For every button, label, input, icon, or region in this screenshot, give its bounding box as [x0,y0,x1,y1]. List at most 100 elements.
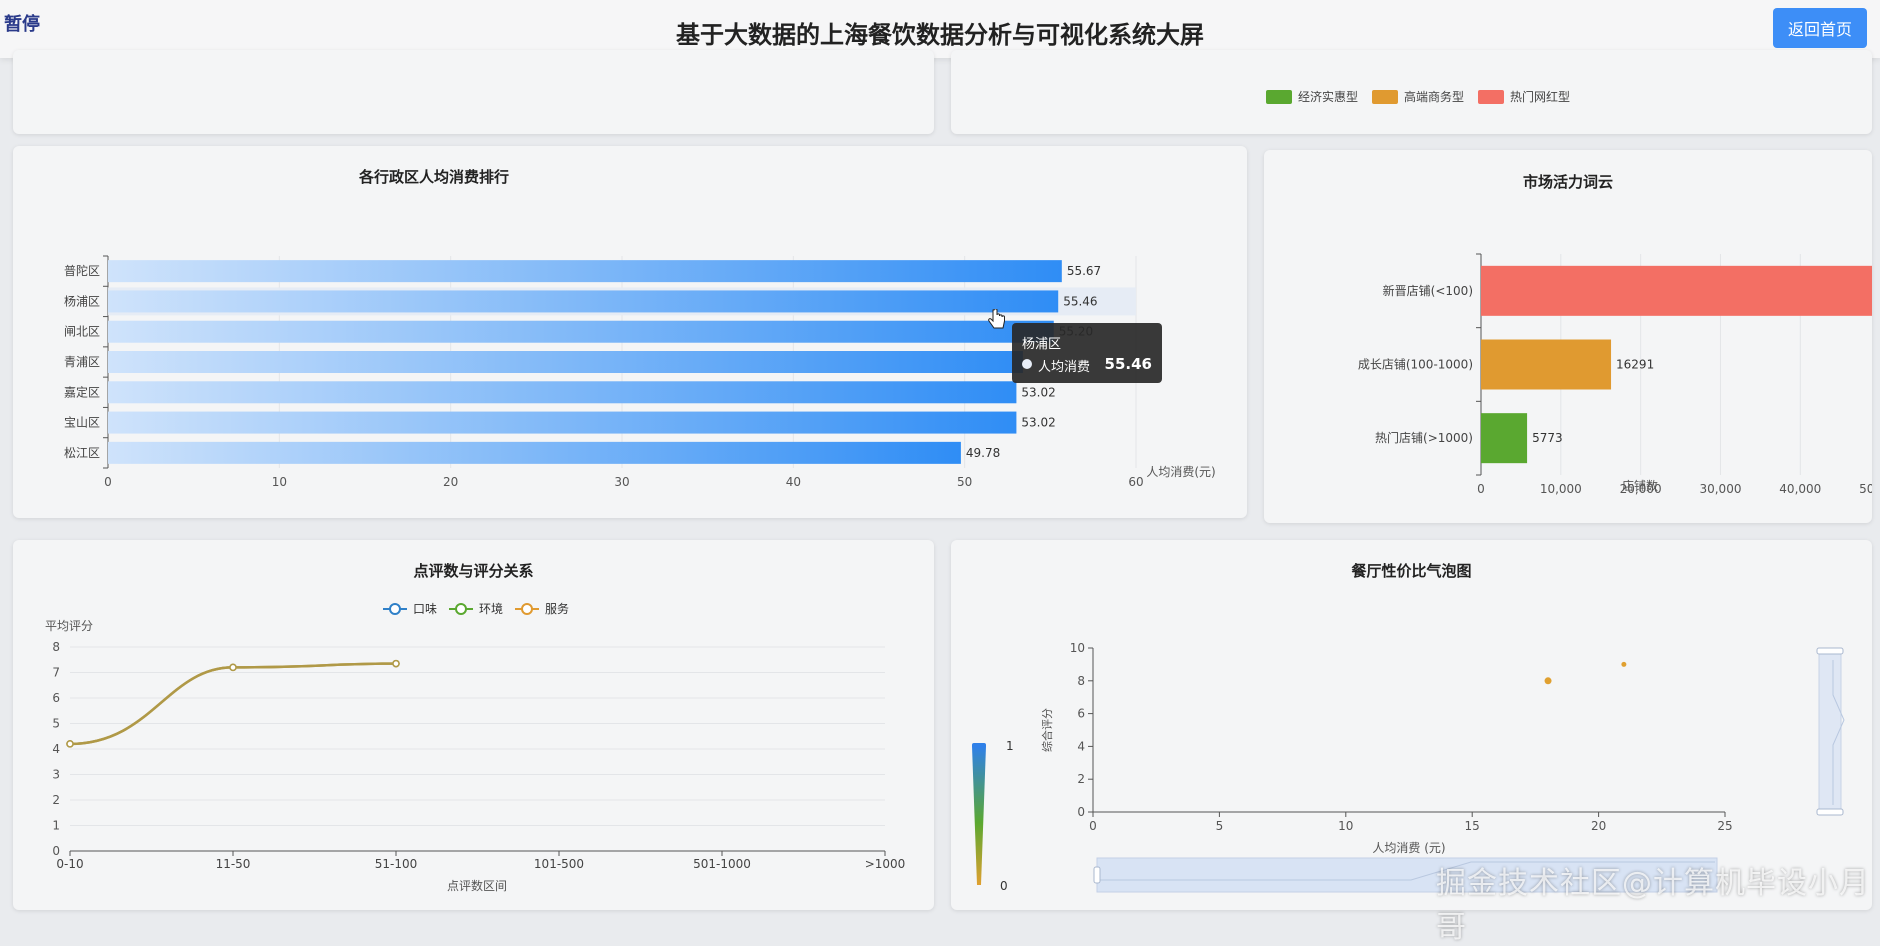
x-axis-title: 点评数区间 [447,878,507,893]
watermark-text: 掘金技术社区@计算机毕设小月哥 [1436,866,1870,945]
legend-swatch [1372,89,1399,104]
x-tick-label: 0 [104,475,112,489]
x-tick-label: 11-50 [216,857,251,871]
district-bar [108,320,1054,343]
vitality-bar-chart[interactable]: 010,00020,00030,00040,00050,000新晋店铺(<100… [1264,150,1872,523]
bubble-scatter-chart[interactable]: 02468100 5 10 15 20 25综合评分人均消费 (元)10 [951,540,1872,910]
y-axis-title: 综合评分 [1040,708,1054,752]
x-tick-label: 30 [614,475,629,489]
vitality-bar [1481,339,1612,390]
x-tick-label: 25 [1717,819,1732,833]
vertical-zoom-slider [1818,651,1842,813]
review-rating-card: 点评数与评分关系 口味 环境 服务 平均评分 0 1 2 3 4 5 6 7 8 0-10 11-50 51-… [13,540,934,910]
legend-label: 热门网红型 [1510,90,1571,104]
y-category-label: 嘉定区 [64,384,100,399]
series-line-2 [69,662,397,746]
vitality-bar [1481,265,1872,316]
bar-value-label: 53.02 [1021,385,1055,399]
y-tick-label: 6 [1077,707,1085,721]
zoom-handle-top [1816,647,1844,655]
visual-map-min-label: 0 [1000,879,1008,893]
category-legend: 经济实惠型 高端商务型 热门网红型 [1266,88,1570,105]
chart-tooltip: 杨浦区 人均消费 55.46 [1012,323,1162,383]
bar-value-label: 55.46 [1063,294,1097,308]
bar-value-label: 53.02 [1021,416,1055,430]
y-tick-label: 8 [52,640,60,654]
series-point [392,659,400,668]
hand-cursor-icon [988,309,1005,329]
legend-item[interactable]: 热门网红型 [1478,88,1570,105]
y-tick-label: 10 [1070,641,1085,655]
y-category-label: 宝山区 [64,416,100,430]
district-bar [108,351,1023,373]
value-bubble-card: 餐厅性价比气泡图 0 2 4 6 8 10 0 5 10 15 20 25 综合评分 人均消费 (元) 1 0 [951,540,1872,910]
x-tick-label: 50 [957,475,972,489]
district-bar [108,441,961,464]
y-tick-label: 1 [52,819,60,833]
scatter-point [1621,661,1627,667]
vitality-bar [1481,413,1528,464]
scatter-point [1544,677,1552,685]
x-tick-label: >1000 [865,857,906,871]
legend-item[interactable]: 高端商务型 [1372,88,1464,105]
visual-map-max-label: 1 [1006,739,1014,753]
legend-marker [455,603,467,615]
page-title: 基于大数据的上海餐饮数据分析与可视化系统大屏 [676,21,1204,49]
zoom-handle-bottom [1816,808,1844,816]
legend-item[interactable]: 经济实惠型 [1266,88,1358,105]
y-tick-label: 3 [52,768,60,782]
tooltip-series-name: 人均消费 [1038,360,1091,375]
y-category-label: 成长店铺(100-1000) [1358,358,1473,372]
y-category-label: 普陀区 [64,263,100,278]
series-point [229,663,237,672]
y-tick-label: 0 [52,844,60,858]
y-axis-title: 平均评分 [45,619,93,633]
series-point [66,740,74,748]
bar-value-label: 16291 [1616,358,1654,372]
y-category-label: 松江区 [64,446,100,460]
tooltip-value: 55.46 [1104,355,1152,373]
x-axis-title: 店铺数 [1622,478,1658,493]
x-tick-label: 0-10 [56,857,83,871]
y-tick-label: 2 [52,793,60,807]
x-tick-label: 20 [1591,819,1606,833]
y-tick-label: 7 [52,666,60,680]
market-vitality-card: 市场活力词云 010,00020,00030,00040,00050,000新晋… [1264,150,1872,523]
tooltip-marker [1022,359,1032,369]
x-tick-label: 51-100 [375,857,418,871]
x-tick-label: 0 [1477,482,1485,496]
x-tick-label: 0 [1089,819,1097,833]
x-tick-label: 50,000 [1859,482,1872,496]
legend-marker [521,603,533,615]
x-axis-title: 人均消费 (元) [1372,841,1445,855]
legend-label: 服务 [545,601,569,616]
y-tick-label: 2 [1077,772,1085,786]
y-tick-label: 6 [52,691,60,705]
x-tick-label: 60 [1128,475,1143,489]
x-tick-label: 10,000 [1540,482,1582,496]
legend-marker [389,603,401,615]
top-right-card: 经济实惠型 高端商务型 热门网红型 [951,50,1872,134]
legend-label: 口味 [413,602,437,616]
bar-value-label: 55.67 [1067,264,1101,278]
y-tick-label: 8 [1077,674,1085,688]
legend-label: 环境 [479,601,503,616]
tooltip-title: 杨浦区 [1022,337,1062,352]
x-tick-label: 40 [786,475,801,489]
y-category-label: 新晋店铺(<100) [1383,283,1473,298]
visual-map-handle [972,743,986,748]
x-axis-title: 人均消费(元) [1146,465,1215,479]
back-home-button[interactable]: 返回首页 [1773,8,1867,48]
legend-label: 高端商务型 [1404,90,1465,104]
legend-label: 经济实惠型 [1298,90,1359,104]
x-tick-label: 10 [272,475,287,489]
y-tick-label: 5 [52,717,60,731]
x-tick-label: 30,000 [1699,482,1741,496]
x-tick-label: 40,000 [1779,482,1821,496]
y-tick-label: 4 [1077,739,1085,753]
district-bar [108,381,1017,404]
bar-value-label: 49.78 [966,446,1000,460]
visual-map-bar [972,746,986,885]
bar-value-label: 5773 [1532,431,1563,445]
review-line-chart[interactable]: 口味 环境 服务平均评分 0 1 2 3 4 5 6 7 8 0-10 11-50 51-100 101-50… [13,540,934,910]
